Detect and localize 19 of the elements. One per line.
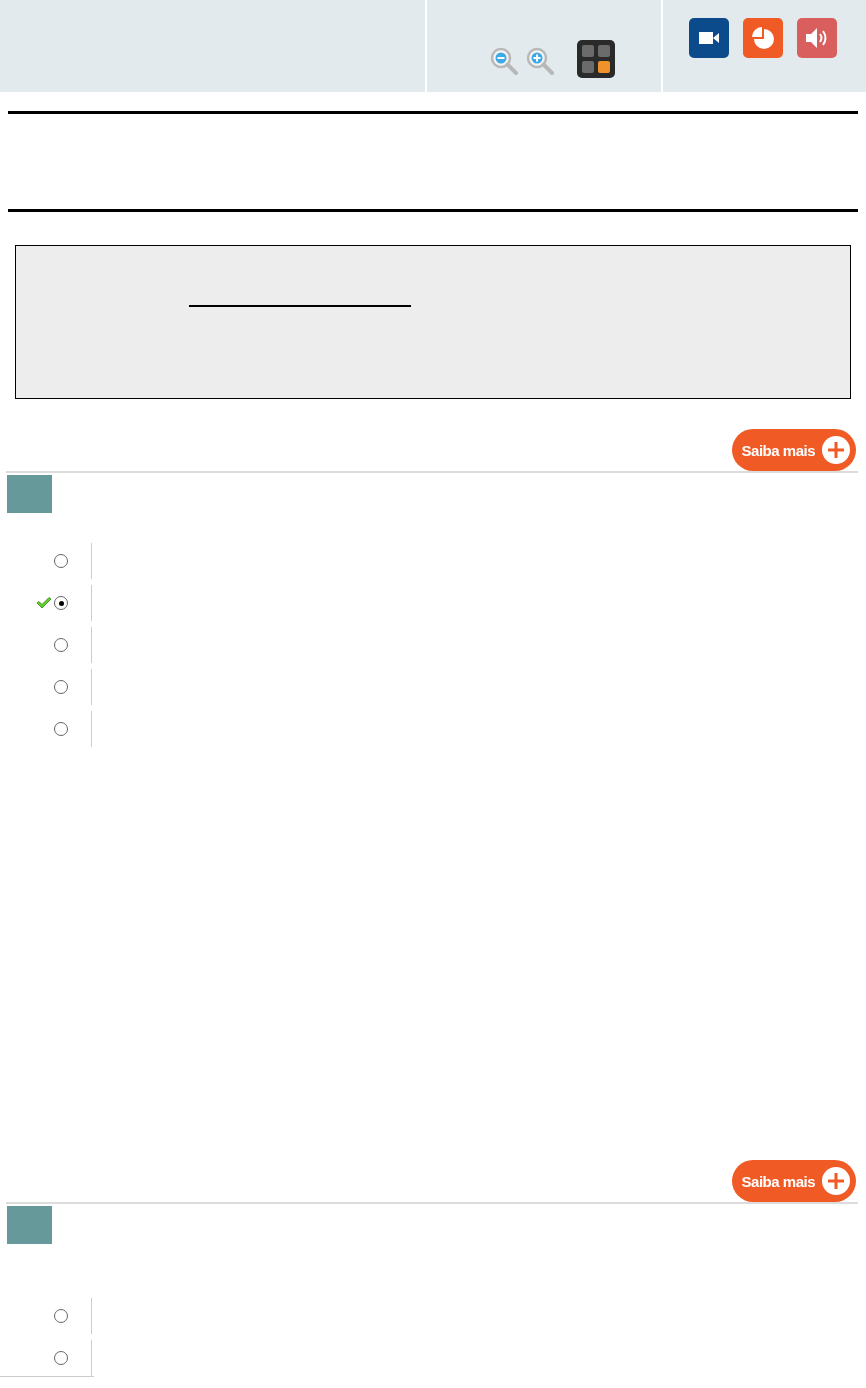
zoom-in-icon[interactable] <box>525 46 555 76</box>
more-info-button[interactable]: Saiba mais <box>731 1160 856 1202</box>
question-number-tile <box>7 475 52 513</box>
radio-button[interactable] <box>54 554 68 568</box>
radio-button[interactable] <box>54 1351 68 1365</box>
plus-icon <box>821 1166 851 1196</box>
radio-button[interactable] <box>54 722 68 736</box>
radio-button[interactable] <box>54 680 68 694</box>
more-info-button[interactable]: Saiba mais <box>731 429 856 471</box>
zoom-out-icon[interactable] <box>489 46 519 76</box>
plus-icon <box>821 435 851 465</box>
question-number-tile <box>7 1206 52 1244</box>
pie-chart-icon[interactable] <box>743 18 783 58</box>
video-camera-icon[interactable] <box>689 18 729 58</box>
speaker-icon[interactable] <box>797 18 837 58</box>
calculator-icon[interactable] <box>577 40 615 78</box>
radio-button[interactable] <box>54 596 68 610</box>
radio-button[interactable] <box>54 1309 68 1323</box>
radio-button[interactable] <box>54 638 68 652</box>
